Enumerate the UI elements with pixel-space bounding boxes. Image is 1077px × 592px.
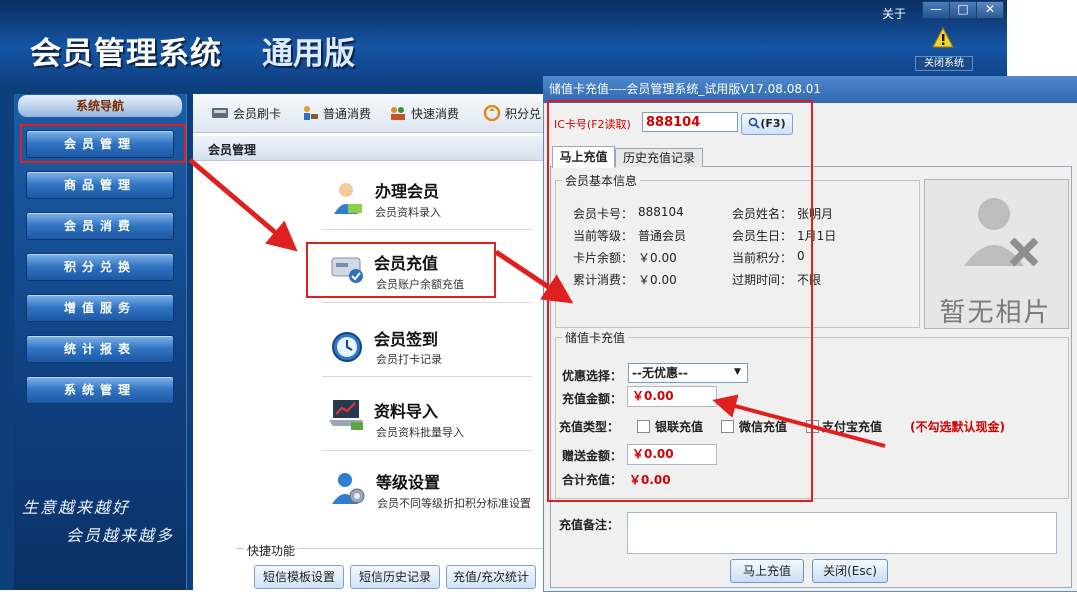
about-link[interactable]: 关于 <box>882 5 906 22</box>
no-photo-label: 暂无相片 <box>939 298 1052 328</box>
card-reader-icon <box>212 108 228 118</box>
feature-desc-import: 会员资料批量导入 <box>376 426 464 439</box>
highlight-box-member-management <box>20 124 186 163</box>
close-system-button[interactable]: 关闭系统 <box>915 56 973 71</box>
alipay-label[interactable]: 支付宝充值 <box>822 418 882 435</box>
feature-title-checkin[interactable]: 会员签到 <box>374 326 438 350</box>
app-edition: 通用版 <box>262 36 355 72</box>
toolbar-points-exchange-label: 积分兑 <box>505 106 542 121</box>
app-title: 会员管理系统 <box>30 36 222 72</box>
sms-history-button[interactable]: 短信历史记录 <box>350 565 440 589</box>
breadcrumb: 会员管理 <box>208 143 257 157</box>
flash-people-icon <box>391 107 405 120</box>
person-cart-icon <box>304 106 318 120</box>
clock-icon <box>332 332 362 362</box>
sidebar-item-product-management[interactable]: 商品管理 <box>26 171 174 199</box>
feature-title-levels[interactable]: 等级设置 <box>376 469 440 493</box>
divider <box>322 302 532 303</box>
toolbar-normal-consume-label: 普通消费 <box>323 106 372 121</box>
feature-desc-register: 会员资料录入 <box>375 206 441 219</box>
user-add-icon <box>334 183 362 214</box>
recharge-stats-button[interactable]: 充值/充次统计 <box>446 565 536 589</box>
sms-template-button[interactable]: 短信模板设置 <box>254 565 344 589</box>
remark-label: 充值备注： <box>559 518 620 532</box>
dialog-title: 储值卡充值----会员管理系统_试用版V17.08.08.01 <box>549 82 822 96</box>
no-photo-icon <box>964 198 1039 267</box>
user-settings-icon <box>332 473 365 504</box>
divider <box>322 229 532 230</box>
remark-textarea[interactable] <box>627 512 1057 554</box>
minimize-button[interactable]: — <box>922 1 950 19</box>
exchange-icon <box>483 105 501 121</box>
sidebar-item-member-consumption[interactable]: 会员消费 <box>26 212 174 240</box>
close-dialog-button[interactable]: 关闭(Esc) <box>812 559 888 583</box>
toolbar-points-exchange[interactable]: 积分兑 <box>483 104 541 122</box>
feature-desc-levels: 会员不同等级折扣积分标准设置 <box>377 497 531 510</box>
feature-title-register[interactable]: 办理会员 <box>375 178 439 202</box>
sidebar-header: 系统导航 <box>18 95 182 117</box>
highlight-box-recharge-form <box>547 100 813 502</box>
close-window-button[interactable]: ✕ <box>976 1 1004 19</box>
warning-icon[interactable] <box>932 27 954 49</box>
divider <box>322 376 532 377</box>
toolbar-quick-consume[interactable]: 快速消费 <box>389 104 459 122</box>
sidebar-item-system[interactable]: 系统管理 <box>26 376 174 404</box>
divider <box>322 450 532 451</box>
laptop-chart-icon <box>329 400 363 430</box>
toolbar-card-swipe[interactable]: 会员刷卡 <box>211 104 281 122</box>
slogan-line-1: 生意越来越好 <box>22 498 131 517</box>
confirm-recharge-button[interactable]: 马上充值 <box>730 559 804 583</box>
maximize-button[interactable]: □ <box>949 1 977 19</box>
dialog-title-bar: 储值卡充值----会员管理系统_试用版V17.08.08.01 <box>543 76 1077 103</box>
payment-type-note: (不勾选默认现金) <box>910 420 1005 434</box>
slogan-line-2: 会员越来越多 <box>66 526 175 545</box>
sidebar-item-points-exchange[interactable]: 积分兑换 <box>26 253 174 281</box>
sidebar-item-reports[interactable]: 统计报表 <box>26 335 174 363</box>
feature-desc-checkin: 会员打卡记录 <box>376 353 442 366</box>
quick-functions-label: 快捷功能 <box>244 542 299 559</box>
highlight-box-recharge <box>306 242 496 298</box>
toolbar-quick-consume-label: 快速消费 <box>411 106 460 121</box>
toolbar-normal-consume[interactable]: 普通消费 <box>301 104 371 122</box>
sidebar-item-value-added[interactable]: 增值服务 <box>26 294 174 322</box>
feature-title-import[interactable]: 资料导入 <box>374 398 438 422</box>
toolbar-card-swipe-label: 会员刷卡 <box>233 106 282 121</box>
